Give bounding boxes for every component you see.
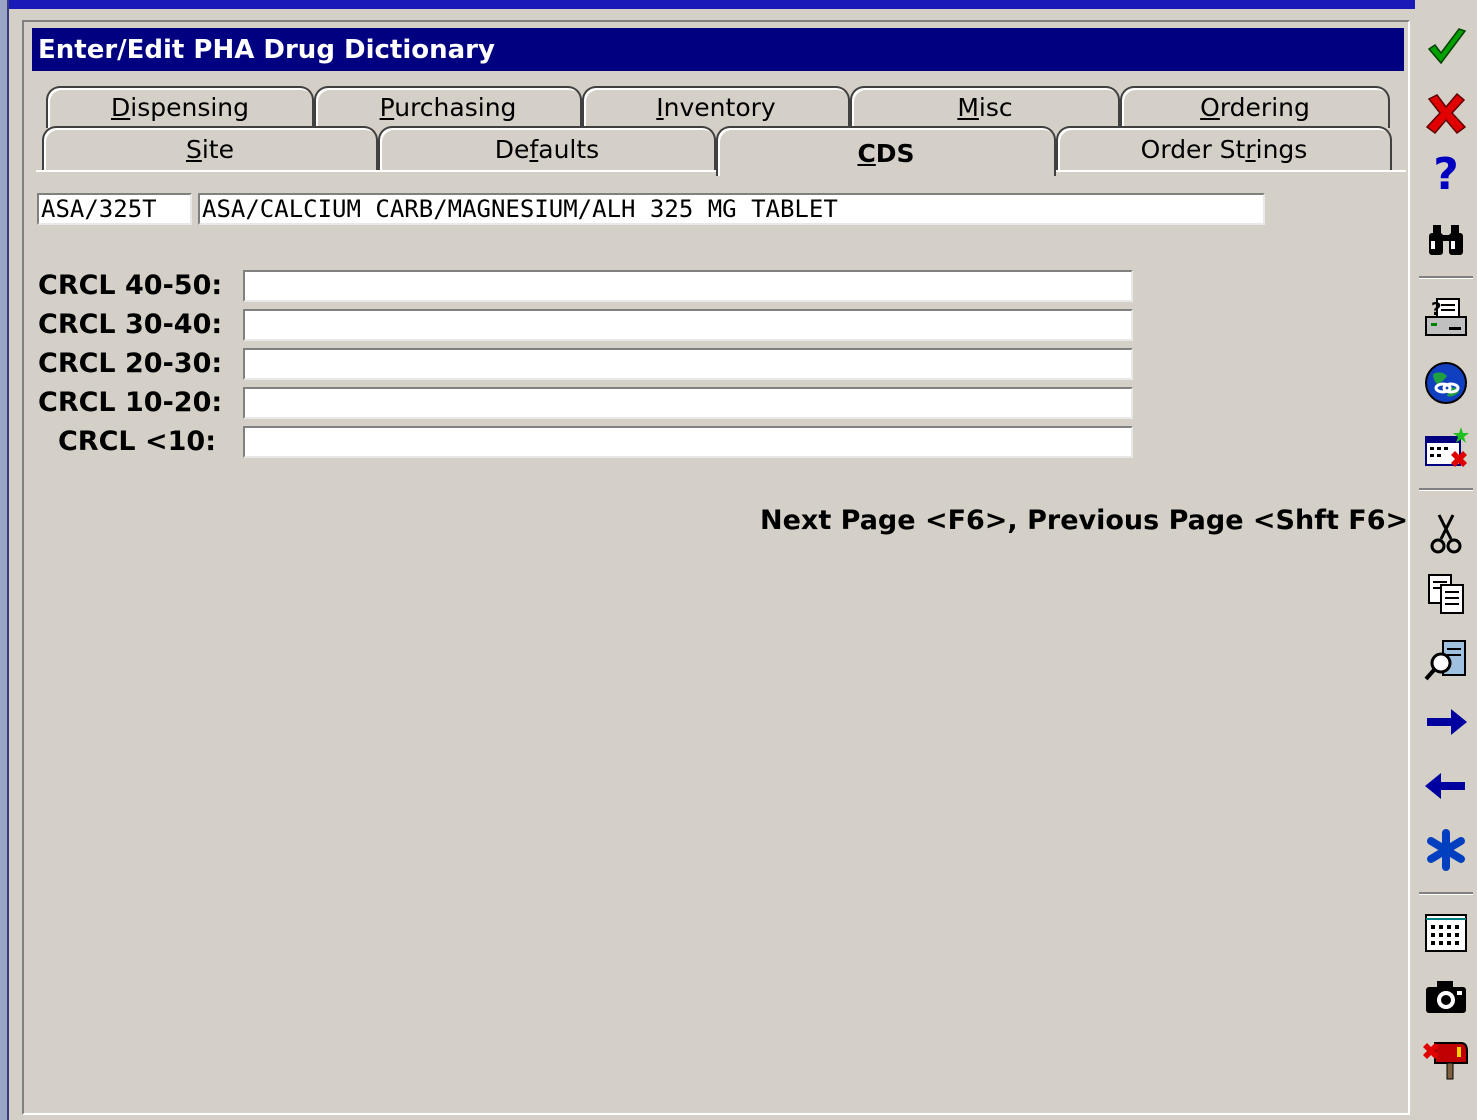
right-toolbar: ? ? <box>1415 0 1477 1120</box>
tab-label-rest: nventory <box>663 93 776 122</box>
previous-arrow-icon[interactable] <box>1416 758 1476 814</box>
tab-label-rest: urchasing <box>394 93 517 122</box>
toolbar-separator <box>1419 276 1473 279</box>
tab-mnemonic: O <box>1200 93 1220 122</box>
keypad-icon[interactable] <box>1416 904 1476 960</box>
page-navigation-hint: Next Page <F6>, Previous Page <Shft F6> <box>760 505 1409 536</box>
tab-inventory[interactable]: Inventory <box>582 86 850 128</box>
window-top-border <box>0 0 1415 9</box>
tab-dispensing[interactable]: Dispensing <box>46 86 314 128</box>
tab-mnemonic: S <box>185 135 202 164</box>
svg-text:?: ? <box>1433 149 1459 197</box>
crcl-30-40-label: CRCL 30-40: <box>38 309 223 340</box>
tab-label-rest: ispensing <box>130 93 249 122</box>
tab-label-rest: aults <box>538 135 600 164</box>
tab-mnemonic: C <box>857 139 876 168</box>
crcl-under-10-input[interactable] <box>243 426 1133 458</box>
exit-mailbox-icon[interactable] <box>1416 1030 1476 1086</box>
window-title: Enter/Edit PHA Drug Dictionary <box>32 28 1404 71</box>
tab-cds[interactable]: CDS <box>716 126 1056 176</box>
cancel-x-icon[interactable] <box>1416 86 1476 142</box>
tab-label-rest: ings <box>1255 135 1308 164</box>
asterisk-icon[interactable] <box>1416 822 1476 878</box>
crcl-20-30-input[interactable] <box>243 348 1133 380</box>
tab-misc[interactable]: Misc <box>850 86 1120 128</box>
crcl-10-20-input[interactable] <box>243 387 1133 419</box>
drug-description-field[interactable]: ASA/CALCIUM CARB/MAGNESIUM/ALH 325 MG TA… <box>198 193 1265 225</box>
tab-mnemonic: f <box>529 135 539 164</box>
tab-label-pre: De <box>494 135 530 164</box>
crcl-40-50-input[interactable] <box>243 270 1133 302</box>
find-binoculars-icon[interactable] <box>1416 212 1476 268</box>
crcl-40-50-label: CRCL 40-50: <box>38 270 223 301</box>
tab-mnemonic: D <box>110 93 131 122</box>
print-icon[interactable]: ? <box>1416 290 1476 346</box>
toolbar-separator <box>1419 488 1473 491</box>
camera-icon[interactable] <box>1416 968 1476 1024</box>
tab-ordering[interactable]: Ordering <box>1120 86 1390 128</box>
globe-link-icon[interactable] <box>1416 355 1476 411</box>
svg-text:?: ? <box>1431 299 1441 320</box>
crcl-under-10-label: CRCL <10: <box>57 426 216 457</box>
tab-label-rest: DS <box>875 139 915 168</box>
toolbar-separator <box>1419 892 1473 895</box>
help-question-icon[interactable]: ? <box>1416 144 1476 200</box>
tab-mnemonic: P <box>379 93 395 122</box>
crcl-10-20-label: CRCL 10-20: <box>38 387 223 418</box>
drug-code-field[interactable]: ASA/325T <box>37 193 192 225</box>
tab-purchasing[interactable]: Purchasing <box>314 86 582 128</box>
crcl-30-40-input[interactable] <box>243 309 1133 341</box>
main-panel <box>22 20 1410 1115</box>
delete-record-icon[interactable] <box>1416 420 1476 476</box>
tab-mnemonic: I <box>656 93 664 122</box>
crcl-20-30-label: CRCL 20-30: <box>38 348 223 379</box>
cut-scissors-icon[interactable] <box>1416 506 1476 562</box>
tab-label-rest: ite <box>201 135 234 164</box>
tab-label-pre: Order St <box>1140 135 1246 164</box>
tab-label-rest: isc <box>978 93 1013 122</box>
tab-defaults[interactable]: Defaults <box>378 126 716 172</box>
next-arrow-icon[interactable] <box>1416 694 1476 750</box>
tab-label-rest: rdering <box>1219 93 1310 122</box>
tab-mnemonic: M <box>957 93 979 122</box>
tab-mnemonic: r <box>1245 135 1256 164</box>
ok-checkmark-icon[interactable] <box>1416 20 1476 76</box>
tab-order-strings[interactable]: Order Strings <box>1056 126 1392 172</box>
lookup-icon[interactable] <box>1416 632 1476 688</box>
tab-site[interactable]: Site <box>42 126 378 172</box>
copy-icon[interactable] <box>1416 566 1476 622</box>
window-left-border <box>0 0 9 1120</box>
